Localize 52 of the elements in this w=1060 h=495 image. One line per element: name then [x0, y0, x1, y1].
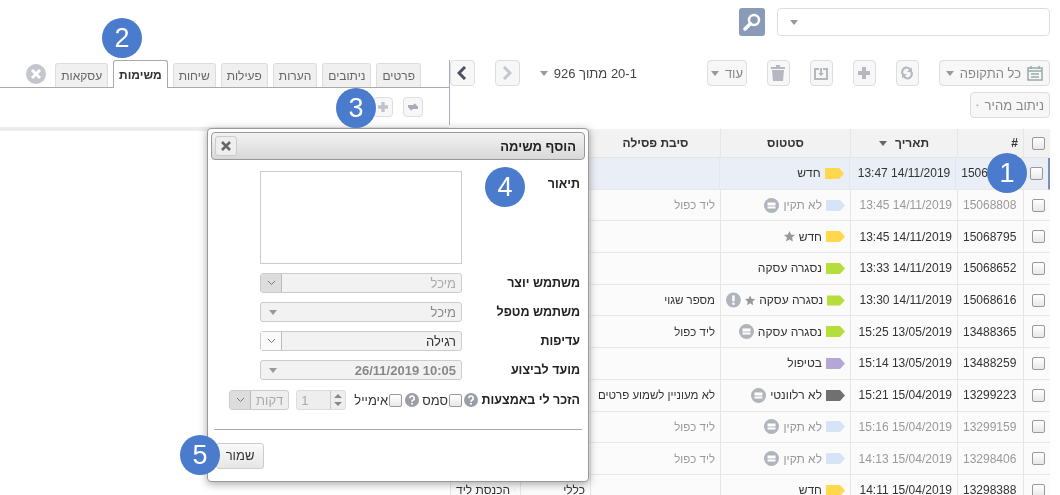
table-cell: 13:30 14/11/2019 [859, 293, 952, 308]
table-cell: 13299223 [963, 388, 1017, 403]
table-cell: 15:25 13/05/2019 [858, 324, 952, 339]
field-label: משתמש מטפל [496, 305, 580, 319]
step-badge: 2 [102, 18, 142, 58]
table-cell: כללי [563, 483, 585, 495]
table-cell: 13299159 [963, 419, 1017, 434]
table-cell: 15068652 [963, 261, 1017, 276]
status-label: לא רלוונטי [770, 388, 822, 403]
checkbox-label: אימייל [354, 392, 389, 408]
status-label: נסגרה עסקה [759, 293, 824, 308]
table-cell: 13488365 [963, 324, 1017, 339]
status-label: חדש [797, 166, 821, 181]
step-badge: 3 [336, 88, 376, 128]
status-label: לא תקין [783, 419, 822, 434]
table-cell: 15:14 13/05/2019 [858, 356, 952, 371]
table-cell: 13298388 [963, 483, 1017, 495]
step-badge: 5 [180, 435, 220, 475]
field-label: מועד לביצוע [510, 363, 580, 377]
table-cell: 13:33 14/11/2019 [859, 261, 952, 276]
field-label: הזכר לי באמצעות [481, 393, 580, 407]
table-cell: 13:45 14/11/2019 [859, 229, 952, 244]
table-cell: ליד כפול [674, 325, 715, 338]
status-label: נסגרה עסקה [757, 324, 822, 339]
table-cell: 15068616 [963, 293, 1017, 308]
checkbox-label: סמס [422, 392, 448, 408]
status-label: לא תקין [783, 198, 822, 213]
status-label: חדש [798, 229, 822, 244]
table-cell: 14:13 15/04/2019 [858, 451, 952, 466]
status-label: נסגרה עסקה [757, 261, 822, 276]
dialog-title: הוסף משימה [500, 138, 576, 154]
table-cell: 13488259 [963, 356, 1017, 371]
table-cell: לא מעוניין לשמוע פרטים [598, 389, 715, 402]
table-cell: ליד כפול [674, 199, 715, 212]
table-cell: 15068795 [963, 229, 1017, 244]
status-label: לא תקין [783, 451, 822, 466]
table-cell: 13:47 14/11/2019 [857, 166, 951, 181]
table-cell: 13298406 [963, 451, 1017, 466]
field-label: תיאור [547, 177, 580, 191]
table-cell: 15068808 [963, 198, 1017, 213]
table-cell: 13:45 14/11/2019 [859, 198, 952, 213]
table-cell: 15:21 15/04/2019 [858, 388, 952, 403]
table-cell: מספר שגוי [664, 294, 715, 307]
table-cell: 1506 [961, 166, 988, 181]
field-label: עדיפות [540, 334, 580, 348]
status-label: בטיפול [787, 356, 822, 371]
table-cell: 15:16 15/04/2019 [858, 419, 952, 434]
table-cell: ליד כפול [674, 420, 715, 433]
table-cell: 14:11 15/04/2019 [859, 483, 952, 495]
status-label: חדש [798, 483, 822, 495]
table-cell: ליד כפול [674, 452, 715, 465]
table-cell: הכנסת ליד [456, 483, 511, 495]
